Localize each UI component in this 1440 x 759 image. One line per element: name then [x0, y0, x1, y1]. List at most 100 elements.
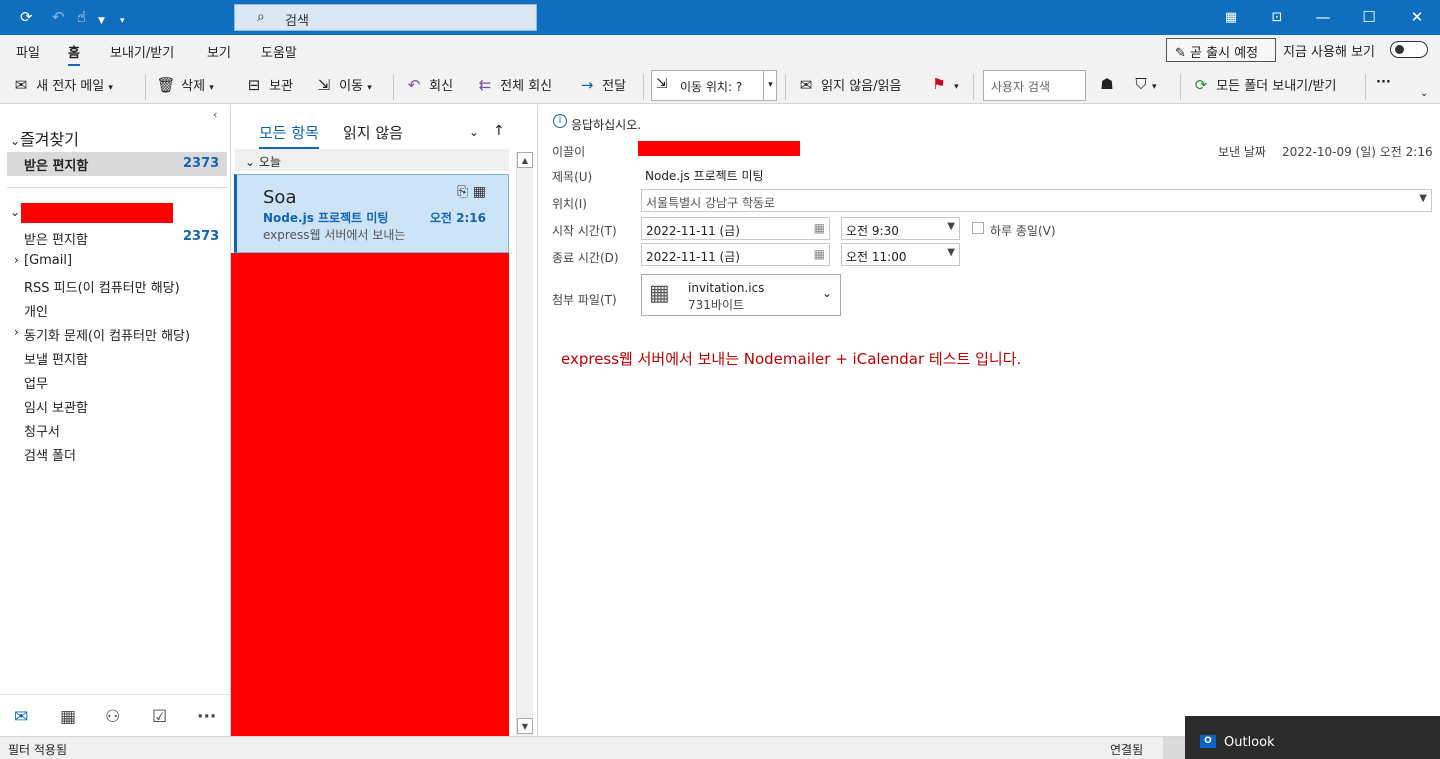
- sidebar-item-outbox[interactable]: 보낼 편지함: [24, 349, 88, 368]
- folder-label: 검색 폴더: [24, 449, 76, 464]
- search-placeholder: 검색: [285, 14, 309, 29]
- end-date-field[interactable]: 2022-11-11 (금) ▦: [641, 243, 830, 266]
- sidebar-item-sync-issues[interactable]: 동기화 문제(이 컴퓨터만 해당): [24, 325, 190, 344]
- archive-button[interactable]: ⊟ 보관: [243, 75, 293, 97]
- sidebar-item-bills[interactable]: 청구서: [24, 421, 60, 440]
- filter-status: 필터 적용됨: [8, 743, 68, 757]
- location-field[interactable]: 서울특별시 강남구 학동로 ▼: [641, 189, 1432, 212]
- redacted-organizer[interactable]: [638, 141, 800, 156]
- more-icon[interactable]: ···: [197, 707, 216, 727]
- end-time-field[interactable]: 오전 11:00 ▼: [841, 243, 960, 266]
- menu-home[interactable]: 홈: [68, 42, 80, 66]
- collapse-pane-icon[interactable]: ‹: [213, 108, 217, 121]
- favorites-header[interactable]: ⌄즐겨찾기: [10, 126, 79, 150]
- customize-qat-icon[interactable]: ▾: [120, 12, 125, 30]
- forward-button[interactable]: → 전달: [576, 75, 626, 97]
- sync-icon[interactable]: ⟳: [20, 8, 33, 26]
- menu-send-receive[interactable]: 보내기/받기: [110, 42, 174, 61]
- chevron-down-icon[interactable]: ⌄: [10, 205, 20, 219]
- undo-icon[interactable]: ↶: [52, 8, 65, 26]
- new-mail-button[interactable]: ✉ 새 전자 메일 ▾: [10, 75, 113, 97]
- scroll-down-icon[interactable]: ▼: [517, 718, 533, 734]
- folder-label: 보낼 편지함: [24, 353, 88, 368]
- reply-all-button[interactable]: ⇇ 전체 회신: [474, 75, 552, 97]
- address-book-button[interactable]: ☗: [1096, 75, 1118, 97]
- menu-file[interactable]: 파일: [16, 42, 40, 61]
- archive-label: 보관: [269, 79, 294, 94]
- move-to-dropdown[interactable]: ⇲ 이동 위치: ? ▾: [651, 70, 777, 101]
- search-box[interactable]: ⌕ 검색: [234, 4, 537, 31]
- sort-dropdown-icon[interactable]: ⌄: [469, 125, 479, 139]
- view-normal-icon[interactable]: [1163, 737, 1185, 759]
- sidebar-item-work[interactable]: 업무: [24, 373, 48, 392]
- calendar-icon[interactable]: ▦: [60, 707, 76, 727]
- touch-mode-icon[interactable]: ☝: [77, 8, 86, 26]
- flag-icon: ⚑: [932, 75, 946, 93]
- coming-soon-label: 곧 출시 예정: [1190, 46, 1259, 61]
- send-receive-all-label: 모든 폴더 보내기/받기: [1216, 79, 1337, 94]
- response-notice: 응답하십시오.: [571, 118, 642, 132]
- people-icon[interactable]: ⚇: [105, 707, 120, 727]
- favorites-label: 즐겨찾기: [20, 130, 79, 149]
- sidebar-item-personal[interactable]: 개인: [24, 301, 48, 320]
- restore-ribbon-icon[interactable]: ⊡: [1254, 0, 1300, 35]
- folder-label: 받은 편지함: [24, 159, 89, 174]
- unread-read-button[interactable]: ✉ 읽지 않음/읽음: [795, 75, 902, 97]
- redacted-account-name[interactable]: [21, 203, 173, 223]
- sidebar-item-gmail[interactable]: [Gmail]: [24, 253, 72, 268]
- attachment-item[interactable]: ▦ invitation.ics 731바이트 ⌄: [641, 274, 841, 316]
- close-button[interactable]: ✕: [1394, 0, 1440, 35]
- search-icon: ⌕: [257, 9, 265, 25]
- reply-button[interactable]: ↶ 회신: [403, 75, 453, 97]
- tab-unread[interactable]: 읽지 않음: [343, 122, 403, 143]
- maximize-button[interactable]: ☐: [1346, 0, 1392, 35]
- attachment-size: 731바이트: [688, 298, 745, 312]
- tasks-icon[interactable]: ☑: [152, 707, 167, 727]
- group-header-today[interactable]: ⌄ 오늘: [235, 149, 509, 171]
- sidebar-item-rss[interactable]: RSS 피드(이 컴퓨터만 해당): [24, 277, 180, 296]
- divider: [145, 74, 146, 100]
- forward-icon: →: [580, 76, 594, 94]
- list-scrollbar[interactable]: ▲ ▼: [516, 152, 533, 736]
- delete-button[interactable]: 🗑 삭제 ▾: [155, 75, 213, 97]
- start-time-field[interactable]: 오전 9:30 ▼: [841, 217, 960, 240]
- more-commands-button[interactable]: ···: [1376, 75, 1391, 97]
- sync-icon: ⟳: [1194, 76, 1208, 94]
- people-search-input[interactable]: 사용자 검색: [983, 70, 1086, 101]
- allday-checkbox[interactable]: [972, 222, 984, 234]
- qr-icon[interactable]: ▦: [1208, 0, 1254, 35]
- address-book-icon: ☗: [1100, 75, 1114, 93]
- folder-label: RSS 피드(이 컴퓨터만 해당): [24, 281, 180, 296]
- sidebar-item-inbox[interactable]: 받은 편지함: [24, 229, 88, 248]
- info-icon: i: [553, 114, 567, 128]
- chevron-right-icon[interactable]: ›: [14, 325, 19, 339]
- chevron-down-icon[interactable]: ⌄: [822, 286, 832, 300]
- divider: [1180, 74, 1181, 100]
- move-button[interactable]: ⇲ 이동 ▾: [313, 75, 372, 97]
- filter-button[interactable]: ⛉ ▾: [1130, 75, 1156, 97]
- minimize-button[interactable]: —: [1300, 0, 1346, 35]
- list-item[interactable]: Soa ⎘ ▦ Node.js 프로젝트 미팅 오전 2:16 express웹…: [234, 174, 509, 253]
- divider: [973, 74, 974, 100]
- scroll-up-icon[interactable]: ▲: [517, 152, 533, 168]
- calendar-icon: ▦: [813, 247, 825, 261]
- coming-soon-button[interactable]: ✎ 곧 출시 예정: [1166, 38, 1276, 62]
- try-now-toggle[interactable]: [1390, 41, 1428, 58]
- outlook-taskbar-thumbnail[interactable]: O Outlook: [1185, 716, 1440, 759]
- move-to-label: 이동 위치: ?: [680, 80, 743, 94]
- menu-help[interactable]: 도움말: [261, 42, 297, 61]
- people-search-placeholder: 사용자 검색: [991, 80, 1051, 94]
- chevron-right-icon[interactable]: ›: [14, 253, 19, 267]
- sidebar-item-search-folders[interactable]: 검색 폴더: [24, 445, 76, 464]
- folder-label: 청구서: [24, 425, 60, 440]
- mail-icon[interactable]: ✉: [14, 707, 28, 727]
- send-receive-all-button[interactable]: ⟳ 모든 폴더 보내기/받기: [1190, 75, 1337, 97]
- touch-dropdown-icon[interactable]: ▼: [98, 12, 105, 30]
- menu-view[interactable]: 보기: [207, 42, 231, 61]
- start-date-field[interactable]: 2022-11-11 (금) ▦: [641, 217, 830, 240]
- sidebar-item-drafts[interactable]: 임시 보관함: [24, 397, 88, 416]
- sort-direction-icon[interactable]: ↑: [493, 123, 505, 139]
- tab-all-items[interactable]: 모든 항목: [259, 122, 319, 149]
- flag-button[interactable]: ⚑ ▾: [928, 75, 958, 97]
- delete-label: 삭제: [181, 79, 206, 94]
